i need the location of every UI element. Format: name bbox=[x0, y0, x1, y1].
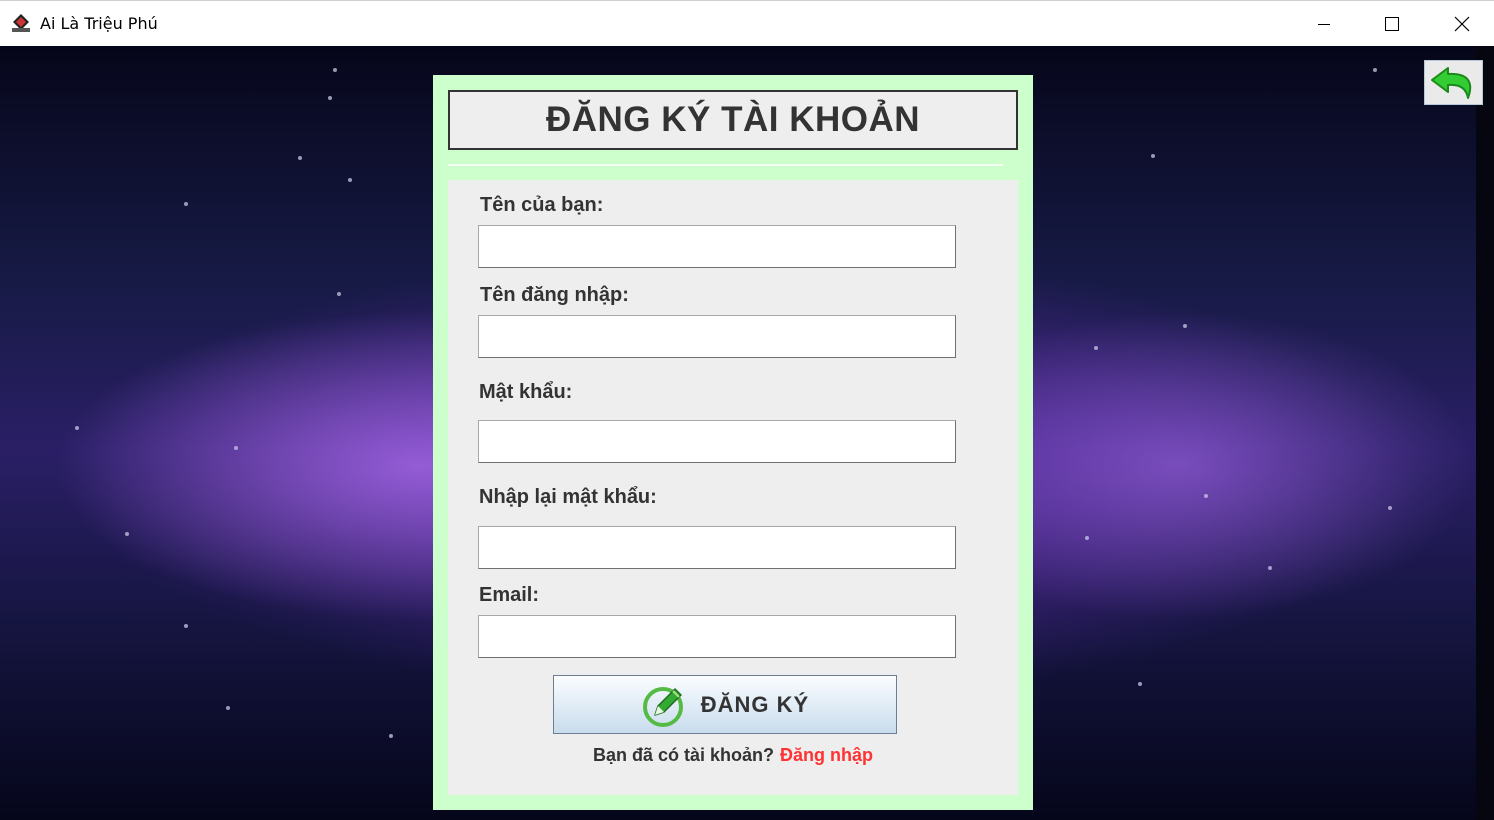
window-title: Ai Là Triệu Phú bbox=[40, 14, 158, 33]
password-input[interactable] bbox=[478, 420, 956, 463]
window-edge bbox=[1476, 46, 1494, 820]
login-link[interactable]: Đăng nhập bbox=[780, 745, 873, 765]
register-button-label: ĐĂNG KÝ bbox=[700, 691, 810, 717]
maximize-button[interactable] bbox=[1357, 1, 1427, 47]
maximize-icon bbox=[1385, 17, 1399, 31]
name-label: Tên của bạn: bbox=[480, 194, 604, 216]
close-button[interactable] bbox=[1427, 1, 1494, 47]
username-input[interactable] bbox=[478, 315, 956, 358]
minimize-icon bbox=[1318, 24, 1330, 25]
close-icon bbox=[1454, 16, 1470, 32]
email-input[interactable] bbox=[478, 615, 956, 658]
password-label: Mật khẩu: bbox=[479, 381, 573, 403]
window-titlebar: Ai Là Triệu Phú bbox=[0, 0, 1494, 46]
email-label: Email: bbox=[479, 584, 540, 606]
register-panel: ĐĂNG KÝ TÀI KHOẢN Tên của bạn: Tên đăng … bbox=[433, 75, 1033, 810]
confirm-password-input[interactable] bbox=[478, 526, 956, 569]
back-arrow-icon bbox=[1430, 66, 1471, 99]
name-input[interactable] bbox=[478, 225, 956, 268]
pen-icon bbox=[642, 686, 683, 727]
form-title: ĐĂNG KÝ TÀI KHOẢN bbox=[545, 100, 921, 139]
form-title-box: ĐĂNG KÝ TÀI KHOẢN bbox=[448, 90, 1018, 150]
login-question: Bạn đã có tài khoản? bbox=[592, 745, 775, 765]
app-icon bbox=[10, 12, 32, 34]
username-label: Tên đăng nhập: bbox=[480, 284, 629, 306]
confirm-password-label: Nhập lại mật khẩu: bbox=[479, 486, 657, 508]
title-divider bbox=[448, 164, 1003, 166]
minimize-button[interactable] bbox=[1289, 1, 1359, 47]
back-button[interactable] bbox=[1424, 60, 1483, 105]
register-button[interactable]: ĐĂNG KÝ bbox=[553, 675, 897, 734]
form-area: Tên của bạn: Tên đăng nhập: Mật khẩu: Nh… bbox=[448, 180, 1018, 795]
login-prompt: Bạn đã có tài khoản? Đăng nhập bbox=[448, 745, 1018, 766]
